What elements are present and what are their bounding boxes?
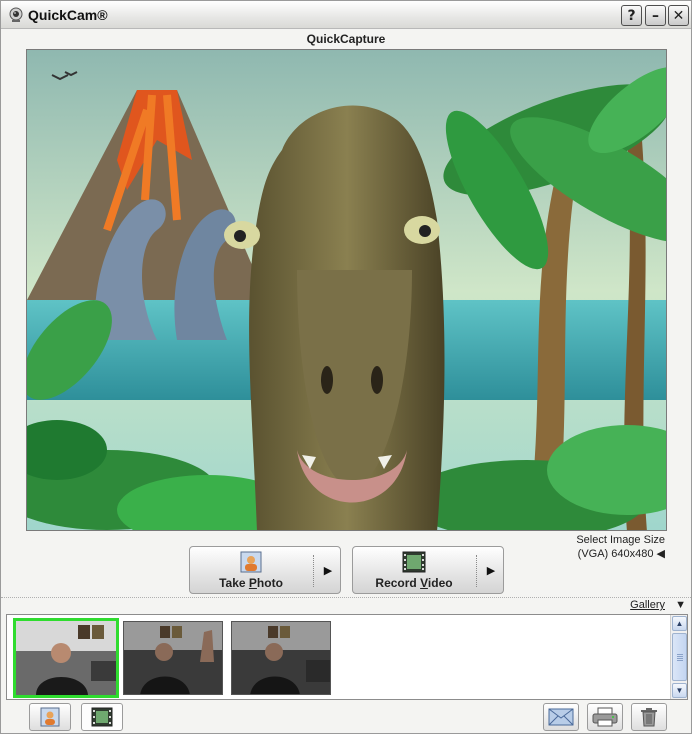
webcam-snapshot-image [232,622,330,694]
video-mode-icon [91,707,113,727]
scroll-thumb[interactable] [672,633,687,681]
close-icon: ✕ [672,7,685,24]
minimize-button[interactable]: – [645,5,666,26]
take-photo-main[interactable]: Take Photo [190,547,312,593]
button-separator [313,555,314,587]
email-button[interactable] [543,703,579,731]
scroll-up-button[interactable]: ▲ [672,616,687,631]
window-title: QuickCam® [28,7,108,23]
photo-mode-icon [40,707,60,727]
record-video-main[interactable]: Record Video [353,547,475,593]
camera-photo-icon [240,551,262,572]
preview-image [27,50,666,530]
take-photo-label: Take Photo [219,575,283,590]
image-size-value[interactable]: (VGA) 640x480 ◀ [578,547,665,561]
help-button[interactable]: ? [621,5,642,26]
record-video-button[interactable]: Record Video ▶ [352,546,504,594]
title-bar[interactable]: QuickCam® ? – ✕ [1,1,691,29]
button-separator [476,555,477,587]
print-button[interactable] [587,703,623,731]
email-icon [548,708,574,726]
photo-mode-button[interactable] [29,703,71,731]
record-video-label: Record Video [375,575,453,590]
minimize-icon: – [652,7,659,24]
gallery-strip[interactable]: ▲ ▼ [6,614,688,700]
printer-icon [592,707,618,727]
delete-button[interactable] [631,703,667,731]
gallery-toggle[interactable]: Gallery [630,599,665,611]
take-photo-menu-arrow[interactable]: ▶ [316,547,340,593]
gallery-scrollbar[interactable]: ▲ ▼ [670,615,687,699]
help-icon: ? [627,7,636,24]
section-divider [1,597,691,598]
camera-preview[interactable] [26,49,667,531]
gallery-thumbnail[interactable] [13,618,119,698]
scroll-down-button[interactable]: ▼ [672,683,687,698]
webcam-icon [9,7,23,22]
trash-icon [641,708,657,727]
grip-icon [677,654,683,655]
video-mode-button[interactable] [81,703,123,731]
quickcam-window: QuickCam® ? – ✕ QuickCapture Select Imag… [0,0,692,734]
select-image-size-link[interactable]: Select Image Size [576,533,665,547]
close-button[interactable]: ✕ [668,5,689,26]
page-title: QuickCapture [306,32,386,46]
gallery-collapse-icon[interactable]: ▼ [675,599,686,611]
take-photo-button[interactable]: Take Photo ▶ [189,546,341,594]
gallery-thumbnail[interactable] [123,621,223,695]
webcam-snapshot-image [124,622,222,694]
gallery-thumbnail[interactable] [231,621,331,695]
record-video-menu-arrow[interactable]: ▶ [479,547,503,593]
film-strip-icon [402,551,426,572]
webcam-snapshot-image [16,621,116,695]
